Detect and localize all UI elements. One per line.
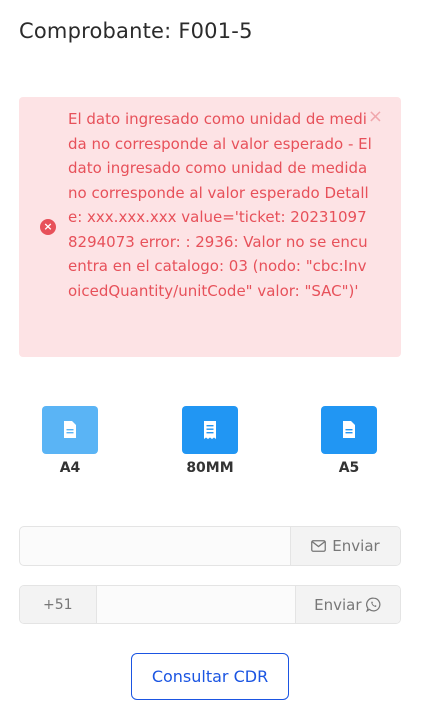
format-80mm-button[interactable]: 80MM — [175, 406, 245, 476]
alert-message: El dato ingresado como unidad de medida … — [68, 110, 372, 300]
send-whatsapp-button[interactable]: Enviar — [294, 586, 400, 623]
print-format-options: A4 80MM A5 — [0, 406, 421, 486]
error-circle-icon: × — [40, 219, 56, 235]
receipt-icon — [182, 406, 238, 454]
format-label: 80MM — [186, 460, 234, 476]
envelope-icon — [311, 540, 327, 552]
format-label: A5 — [338, 460, 360, 476]
whatsapp-icon — [366, 597, 381, 612]
send-email-label: Enviar — [332, 537, 380, 555]
format-a4-button[interactable]: A4 — [35, 406, 105, 476]
phone-input[interactable] — [96, 586, 295, 623]
country-code-prefix: +51 — [20, 586, 97, 623]
consultar-cdr-button[interactable]: Consultar CDR — [131, 653, 289, 700]
error-alert: × El dato ingresado como unidad de medid… — [19, 97, 401, 357]
send-email-button[interactable]: Enviar — [290, 527, 400, 565]
document-icon — [321, 406, 377, 454]
email-send-group: Enviar — [19, 526, 401, 566]
send-whatsapp-label: Enviar — [314, 595, 362, 614]
close-icon[interactable]: × — [368, 107, 383, 127]
format-label: A4 — [59, 460, 81, 476]
page-title: Comprobante: F001-5 — [19, 19, 253, 43]
email-input[interactable] — [20, 527, 290, 565]
document-icon — [42, 406, 98, 454]
format-a5-button[interactable]: A5 — [314, 406, 384, 476]
whatsapp-send-group: +51 Enviar — [19, 585, 401, 624]
